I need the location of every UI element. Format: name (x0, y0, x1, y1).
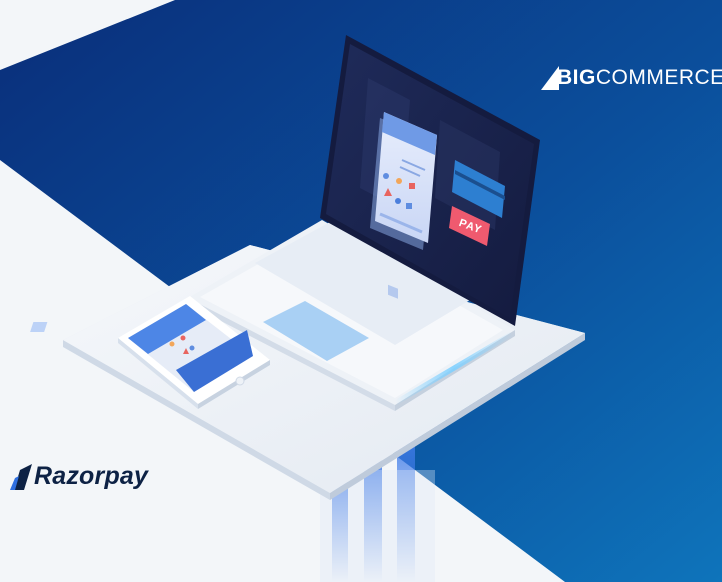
bigcommerce-logo: BIG COMMERCE (541, 66, 722, 90)
bigcommerce-big-text: BIG (557, 66, 596, 89)
bigcommerce-commerce-text: COMMERCE (595, 66, 722, 89)
dot-icon (180, 335, 186, 341)
dot-icon (169, 341, 175, 347)
square-icon (406, 203, 412, 209)
dot-icon (189, 345, 195, 351)
razorpay-logo: Razorpay (10, 462, 148, 491)
razorpay-wordmark: Razorpay (34, 462, 149, 490)
dot-icon (383, 173, 389, 179)
home-button-icon (235, 376, 245, 386)
razorpay-mark-icon (10, 463, 32, 490)
dot-icon (395, 198, 401, 204)
square-icon (409, 183, 415, 189)
dot-icon (396, 178, 402, 184)
